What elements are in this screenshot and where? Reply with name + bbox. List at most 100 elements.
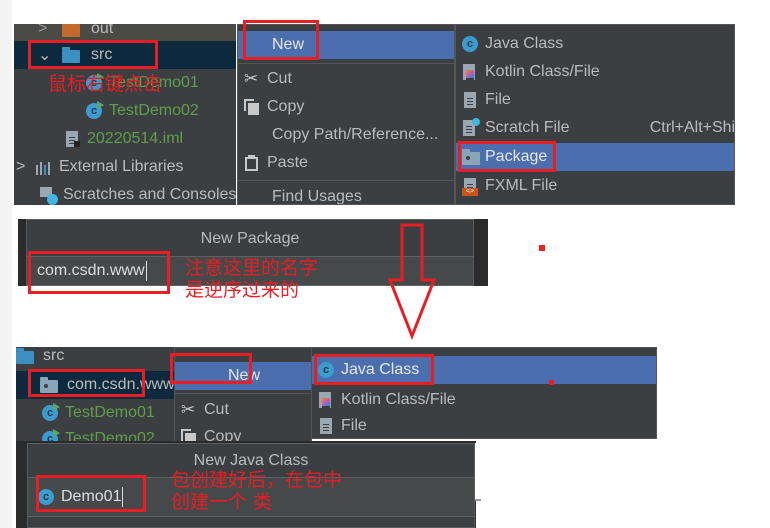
- chevron-right-icon[interactable]: >: [38, 24, 52, 38]
- context-menu-2: New ✂ Cut Copy: [174, 347, 312, 442]
- dialog-side-panel: [475, 443, 481, 501]
- tree-item-iml[interactable]: 20220514.iml: [64, 125, 183, 153]
- menu-divider: [238, 63, 454, 64]
- menu-item-new[interactable]: New: [175, 362, 311, 390]
- menu-item-label: Kotlin Class/File: [341, 391, 456, 408]
- clipboard-icon: [244, 155, 260, 171]
- submenu-item-scratch-file[interactable]: Scratch File Ctrl+Alt+Shift: [462, 114, 734, 142]
- menu-item-label: Paste: [267, 154, 308, 171]
- red-dot-marker: [539, 245, 545, 251]
- annotation-line: 创建一个 类: [171, 490, 273, 513]
- down-arrow-icon: [387, 223, 437, 340]
- new-submenu-2: c Java Class Kotlin Class/File File: [311, 347, 657, 439]
- kotlin-file-icon: [462, 64, 478, 80]
- input-value: Demo01: [61, 488, 122, 505]
- submenu-item-java-class[interactable]: c Java Class: [312, 356, 656, 384]
- iml-file-icon: [64, 131, 80, 147]
- submenu-item-kotlin[interactable]: Kotlin Class/File: [462, 58, 600, 86]
- tree-item-label: External Libraries: [59, 158, 184, 175]
- fxml-file-icon: <>: [462, 178, 478, 196]
- menu-item-label: File: [485, 91, 511, 108]
- tree-item-label: com.csdn.www: [67, 376, 175, 393]
- menu-item-label: Cut: [204, 401, 229, 418]
- menu-item-new[interactable]: New: [238, 31, 454, 59]
- tree-item-label: 20220514.iml: [87, 130, 184, 147]
- java-class-run-icon: c: [42, 403, 60, 421]
- context-menu-1: New ✂ Cut Copy Copy Path/Reference... Pa…: [237, 24, 455, 205]
- menu-item-label: Find Usages: [272, 188, 362, 205]
- tree-item-testdemo02[interactable]: c TestDemo02: [42, 425, 155, 442]
- file-icon: [462, 92, 478, 108]
- shortcut-text: Ctrl+Alt+Shift: [649, 119, 735, 136]
- menu-item-label: Java Class: [341, 361, 420, 378]
- tree-item-src[interactable]: ⌄ src: [14, 41, 236, 69]
- input-value: com.csdn.www: [37, 262, 145, 279]
- tree-item-label: src: [91, 46, 113, 63]
- menu-divider: [175, 393, 311, 394]
- chevron-right-icon[interactable]: >: [16, 158, 36, 176]
- tree-item-scratches[interactable]: Scratches and Consoles: [40, 181, 236, 205]
- tree-item-label: TestDemo01: [65, 404, 155, 421]
- scissors-icon: ✂: [244, 69, 259, 88]
- submenu-item-file[interactable]: File: [462, 86, 511, 114]
- menu-item-label: Copy: [204, 428, 242, 442]
- menu-item-copy-path[interactable]: Copy Path/Reference...: [272, 121, 438, 149]
- menu-item-label: Cut: [267, 70, 292, 87]
- tree-item-label: src: [43, 347, 65, 364]
- package-icon: [462, 149, 480, 165]
- java-class-icon: c: [318, 362, 334, 378]
- tree-item-package[interactable]: com.csdn.www: [16, 371, 176, 399]
- annotation-line: 是逆序过来的: [185, 278, 300, 301]
- menu-item-copy[interactable]: Copy: [181, 423, 242, 442]
- tree-item-testdemo02[interactable]: c TestDemo02: [86, 97, 199, 125]
- annotation-reversed-name: 注意这里的名字 是逆序过来的: [185, 257, 319, 302]
- red-dot-marker: [549, 380, 554, 385]
- menu-item-label: FXML File: [485, 177, 558, 194]
- left-margin-bar: [0, 0, 12, 528]
- menu-item-label: New: [227, 367, 260, 384]
- submenu-item-file[interactable]: File: [318, 412, 367, 438]
- copy-icon: [244, 99, 260, 115]
- project-tree-panel-2: src com.csdn.www c TestDemo01 c TestDemo…: [16, 347, 176, 442]
- menu-item-paste[interactable]: Paste: [244, 149, 308, 177]
- file-icon: [318, 418, 334, 434]
- kotlin-file-icon: [318, 392, 334, 408]
- tree-item-label: Scratches and Consoles: [63, 186, 236, 203]
- menu-item-cut[interactable]: ✂ Cut: [244, 65, 292, 93]
- folder-icon: [62, 24, 80, 37]
- menu-item-label: Package: [485, 148, 548, 165]
- menu-item-label: File: [341, 417, 367, 434]
- chevron-down-icon[interactable]: ⌄: [38, 45, 52, 65]
- menu-divider: [238, 180, 454, 181]
- menu-item-cut[interactable]: ✂ Cut: [181, 396, 229, 424]
- menu-item-label: Scratch File: [485, 119, 570, 136]
- libraries-icon: [36, 159, 52, 175]
- menu-item-label: Copy Path/Reference...: [272, 126, 439, 143]
- text-caret: [145, 261, 147, 281]
- new-submenu-1: c Java Class Kotlin Class/File File Scra…: [455, 24, 735, 205]
- submenu-item-kotlin[interactable]: Kotlin Class/File: [318, 386, 456, 414]
- java-class-icon: c: [38, 489, 54, 505]
- java-class-run-icon: c: [86, 101, 104, 119]
- submenu-item-package[interactable]: Package: [456, 143, 734, 171]
- tree-item-testdemo01[interactable]: c TestDemo01: [42, 399, 155, 427]
- annotation-create-class: 包创建好后，在包中 创建一个 类: [171, 469, 343, 514]
- java-class-icon: c: [462, 36, 478, 52]
- annotation-line: 包创建好后，在包中: [171, 469, 343, 491]
- folder-icon: [16, 348, 34, 364]
- tree-item-label: TestDemo02: [109, 102, 199, 119]
- menu-item-label: Copy: [267, 98, 305, 115]
- menu-item-copy[interactable]: Copy: [244, 93, 304, 121]
- annotation-right-click: 鼠标右键点击: [48, 73, 163, 95]
- tree-item-external-libraries[interactable]: > External Libraries: [14, 153, 184, 181]
- submenu-item-java-class[interactable]: c Java Class: [462, 30, 734, 58]
- menu-item-find-usages[interactable]: Find Usages: [272, 183, 362, 205]
- menu-item-label: Java Class: [485, 35, 564, 52]
- annotation-line: 注意这里的名字: [185, 257, 319, 279]
- tree-item-label: out: [91, 24, 114, 37]
- tree-item-src[interactable]: src: [16, 347, 64, 369]
- scratch-file-icon: [462, 118, 480, 136]
- text-caret: [122, 487, 124, 507]
- submenu-item-fxml[interactable]: <> FXML File: [462, 172, 557, 200]
- folder-icon: [62, 47, 80, 63]
